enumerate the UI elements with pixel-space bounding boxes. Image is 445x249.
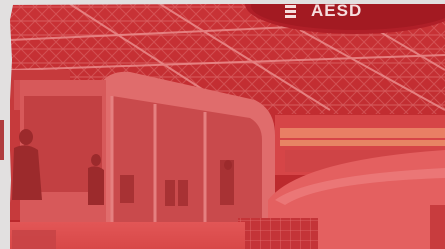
exhibition-photo — [0, 0, 445, 249]
panel-grid — [238, 218, 318, 249]
distant-banner — [280, 128, 445, 138]
brand-logo-icon — [285, 5, 296, 18]
banner-text: AESD — [311, 1, 363, 20]
photo-frame: AESD — [0, 0, 445, 249]
